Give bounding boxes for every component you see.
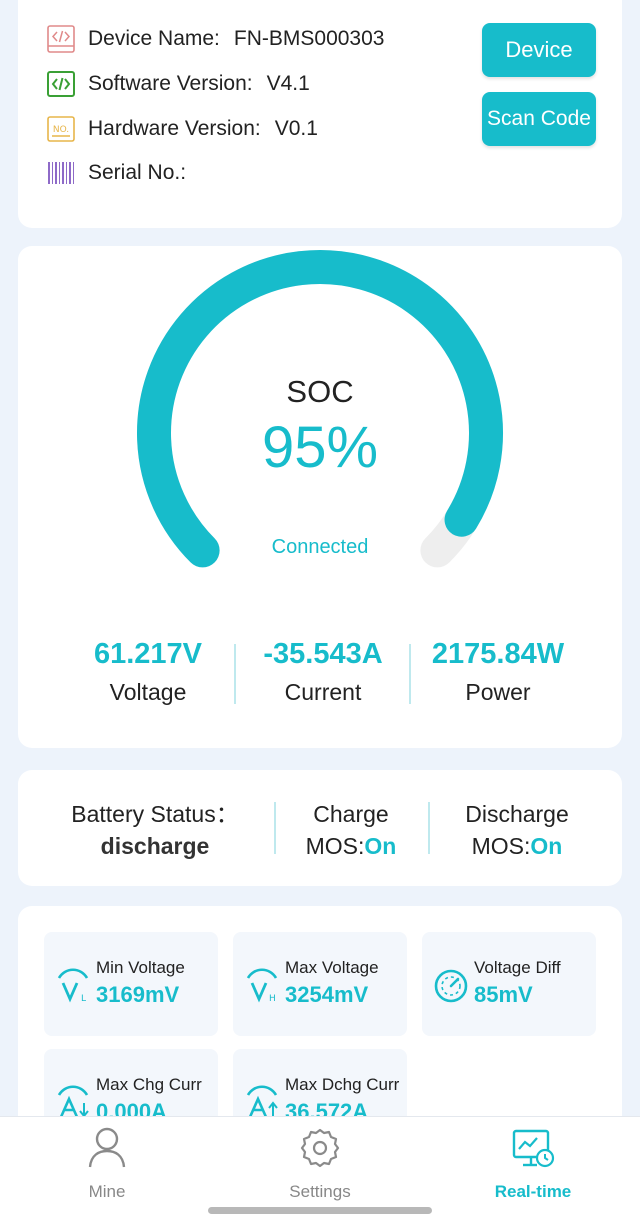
min-voltage-label: Min Voltage [96, 958, 185, 977]
min-voltage-tile: L Min Voltage 3169mV [44, 932, 218, 1036]
max-voltage-value: 3254mV [285, 982, 369, 1007]
cell-stats-card: L Min Voltage 3169mV H Max Voltage 3254m… [18, 906, 622, 1153]
voltage-value: 61.217V [93, 638, 203, 670]
soc-card: SOC 95% Connected 61.217V Voltage -35.54… [18, 246, 622, 748]
discharge-current-icon [246, 1085, 278, 1118]
device-name-row: Device Name: FN-BMS000303 [46, 24, 384, 54]
current-label: Current [284, 679, 362, 705]
nav-item-realtime[interactable]: Real-time [473, 1125, 593, 1202]
charge-mos-prefix: MOS: [305, 833, 365, 859]
max-voltage-label: Max Voltage [285, 958, 379, 977]
svg-text:L: L [81, 994, 86, 1004]
min-voltage-icon: L [57, 968, 89, 1004]
device-name-value: FN-BMS000303 [233, 27, 385, 50]
charge-mos-status: Charge MOS:On [286, 798, 416, 862]
device-button[interactable]: Device [482, 23, 596, 77]
realtime-monitor-icon [512, 1129, 555, 1168]
device-info-card: Device Name: FN-BMS000303 Software Versi… [18, 0, 622, 228]
device-name-label: Device Name: [88, 27, 220, 50]
svg-text:NO.: NO. [53, 125, 69, 135]
max-discharge-current-label: Max Dchg Curr [285, 1075, 400, 1094]
nav-label-realtime: Real-time [494, 1182, 572, 1201]
person-icon [88, 1127, 126, 1168]
software-version-row: Software Version: V4.1 [46, 69, 310, 99]
gauge-icon [434, 969, 468, 1003]
code-brackets-icon [46, 70, 76, 98]
charge-current-icon [57, 1085, 89, 1118]
max-charge-current-label: Max Chg Curr [96, 1075, 202, 1094]
voltage-diff-value: 85mV [474, 982, 533, 1007]
gear-icon [300, 1128, 340, 1168]
number-tag-icon: NO. [46, 115, 76, 143]
soc-value: 95% [261, 415, 379, 480]
serial-number-row: Serial No.: [46, 158, 200, 188]
min-voltage-value: 3169mV [96, 982, 180, 1007]
connection-status: Connected [271, 536, 369, 558]
hardware-version-label: Hardware Version: [88, 117, 261, 140]
voltage-diff-tile: Voltage Diff 85mV [422, 932, 596, 1036]
scan-code-button[interactable]: Scan Code [482, 92, 596, 146]
charge-mos-state: On [364, 833, 397, 859]
voltage-diff-label: Voltage Diff [474, 958, 561, 977]
status-divider [428, 802, 430, 854]
power-label: Power [465, 679, 531, 705]
code-doc-icon [46, 25, 76, 53]
nav-label-settings: Settings [289, 1182, 351, 1201]
current-metric: -35.543A Current [235, 638, 411, 706]
voltage-metric: 61.217V Voltage [60, 638, 236, 706]
max-voltage-tile: H Max Voltage 3254mV [233, 932, 407, 1036]
discharge-mos-title: Discharge [465, 801, 569, 827]
current-value: -35.543A [263, 638, 383, 670]
nav-item-mine[interactable]: Mine [47, 1125, 167, 1202]
hardware-version-row: NO. Hardware Version: V0.1 [46, 114, 318, 144]
status-divider [274, 802, 276, 854]
charge-mos-title: Charge [313, 801, 389, 827]
max-voltage-icon: H [246, 968, 278, 1004]
battery-status-value: discharge [100, 833, 210, 859]
hardware-version-value: V0.1 [274, 117, 318, 140]
discharge-mos-status: Discharge MOS:On [444, 798, 590, 862]
software-version-label: Software Version: [88, 72, 253, 95]
nav-item-settings[interactable]: Settings [260, 1125, 380, 1202]
home-indicator[interactable] [208, 1207, 432, 1214]
soc-label: SOC [286, 374, 354, 409]
svg-text:H: H [269, 994, 276, 1004]
battery-status-card: Battery Status： discharge Charge MOS:On … [18, 770, 622, 886]
serial-number-label: Serial No.: [88, 161, 187, 184]
barcode-icon [46, 159, 76, 187]
power-value: 2175.84W [431, 638, 565, 670]
power-metric: 2175.84W Power [410, 638, 586, 706]
discharge-mos-state: On [530, 833, 563, 859]
nav-label-mine: Mine [88, 1182, 126, 1201]
discharge-mos-prefix: MOS: [471, 833, 531, 859]
software-version-value: V4.1 [266, 72, 310, 95]
battery-status-label: Battery Status： [71, 801, 239, 827]
voltage-label: Voltage [109, 679, 187, 705]
battery-status: Battery Status： discharge [60, 798, 250, 862]
